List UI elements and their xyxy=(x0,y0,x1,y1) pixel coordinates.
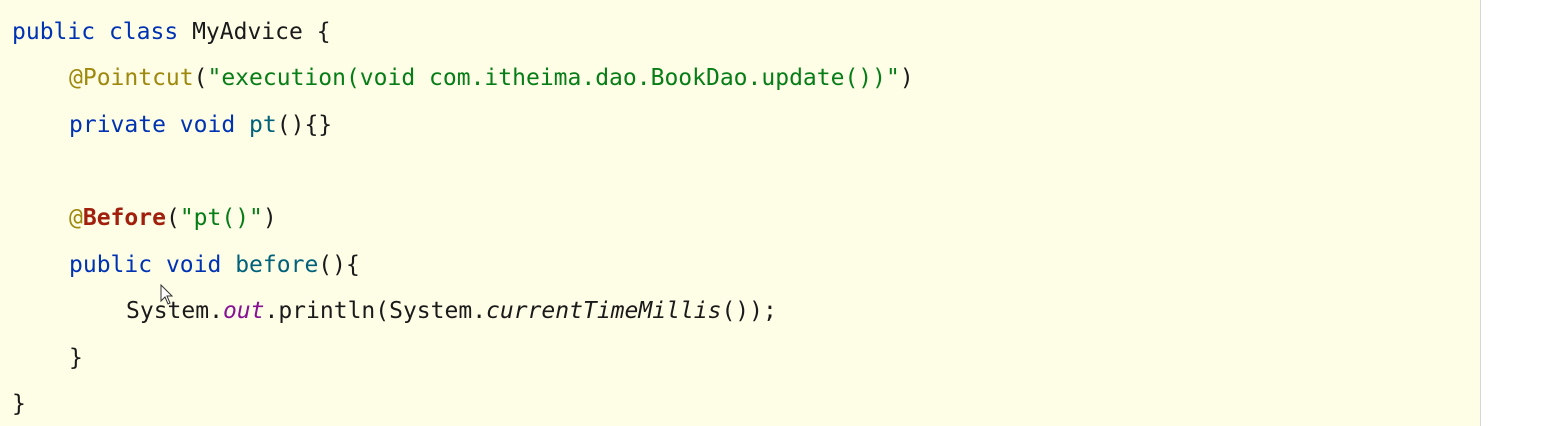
statement-end: ()); xyxy=(721,298,777,324)
keyword-class: class xyxy=(108,19,179,45)
code-line-6: public void before(){ xyxy=(12,250,360,280)
code-line-9: } xyxy=(12,389,26,419)
paren-close: ) xyxy=(899,65,914,91)
system-class: System. xyxy=(126,298,223,324)
paren-open: ( xyxy=(165,205,180,231)
out-field: out xyxy=(222,298,265,324)
code-line-8: } xyxy=(12,343,83,373)
code-line-2: @Pointcut("execution(void com.itheima.da… xyxy=(12,63,914,93)
println-call: .println(System. xyxy=(264,298,487,324)
class-name: MyAdvice xyxy=(192,19,303,45)
keyword-void: void xyxy=(179,112,236,138)
method-name-before: before xyxy=(235,252,319,278)
method-body: (){} xyxy=(276,112,333,138)
code-line-5: @Before("pt()") xyxy=(12,203,277,233)
paren-open: ( xyxy=(193,65,208,91)
current-time-millis: currentTimeMillis xyxy=(486,298,722,324)
keyword-private: private xyxy=(69,112,166,138)
keyword-public: public xyxy=(69,252,153,278)
before-annotation: Before xyxy=(82,205,166,231)
code-editor[interactable]: public class MyAdvice { @Pointcut("execu… xyxy=(0,0,1481,426)
mouse-pointer-icon xyxy=(160,284,174,305)
code-line-7: System.out.println(System.currentTimeMil… xyxy=(12,296,777,326)
method-close-brace: } xyxy=(69,345,83,371)
class-close-brace: } xyxy=(12,391,26,417)
pointcut-expression: "execution(void com.itheima.dao.BookDao.… xyxy=(207,65,900,91)
method-name-pt: pt xyxy=(249,112,277,138)
method-open: (){ xyxy=(318,252,360,278)
annotation-at: @ xyxy=(69,205,83,231)
code-line-3: private void pt(){} xyxy=(12,110,332,140)
open-brace: { xyxy=(316,19,331,45)
code-line-1: public class MyAdvice { xyxy=(12,17,331,47)
pointcut-annotation: @Pointcut xyxy=(69,65,194,91)
keyword-public: public xyxy=(12,19,96,45)
right-margin-panel xyxy=(1482,0,1552,426)
keyword-void: void xyxy=(165,252,222,278)
paren-close: ) xyxy=(262,205,277,231)
before-argument: "pt()" xyxy=(179,205,263,231)
